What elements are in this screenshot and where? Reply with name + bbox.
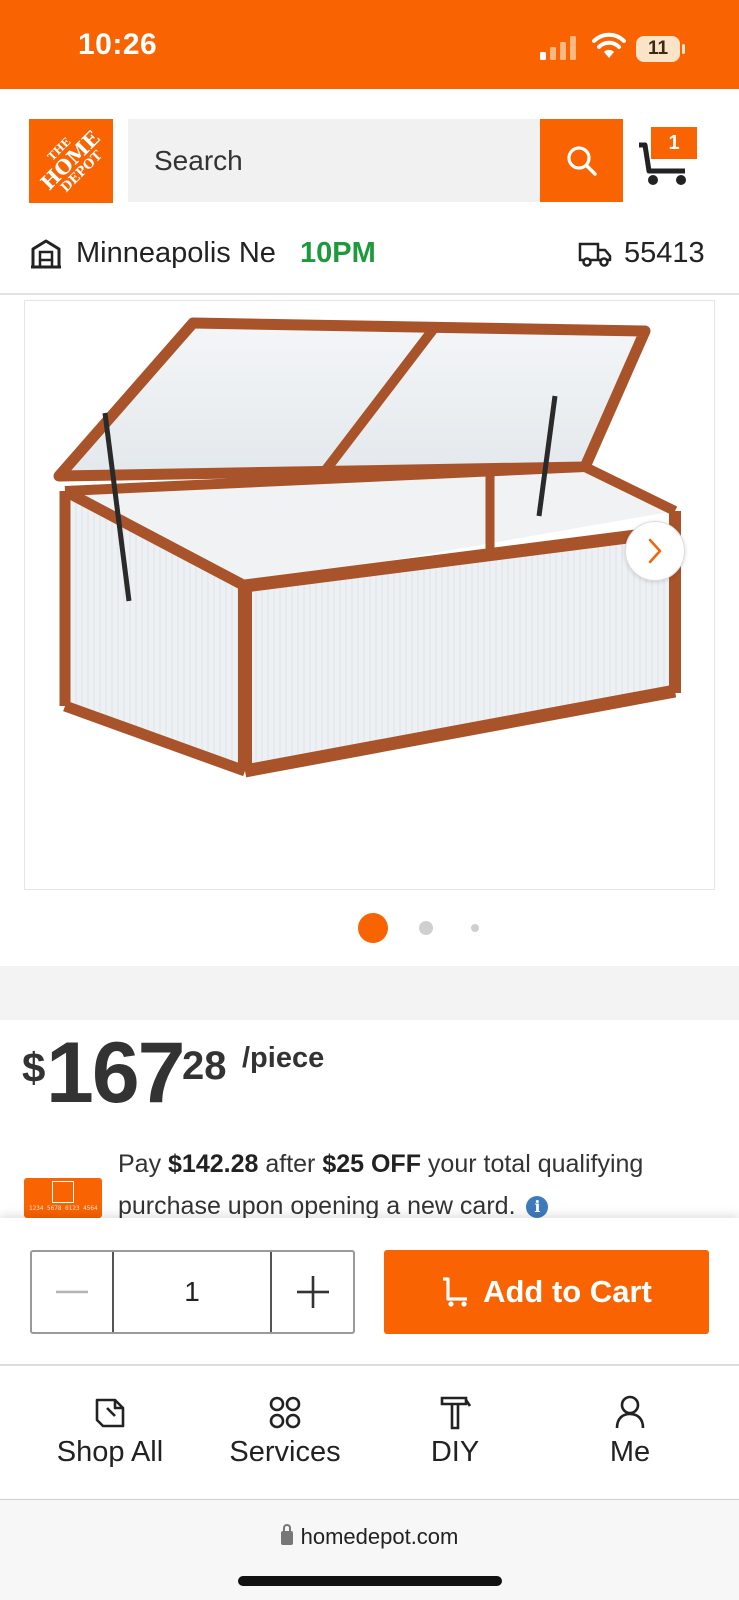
status-bar: 10:26 11 (0, 0, 739, 89)
cellular-signal-icon (540, 36, 576, 60)
shop-all-icon (95, 1398, 125, 1428)
bottom-navigation: Shop All Services DIY Me (0, 1366, 739, 1500)
increase-quantity-button[interactable] (272, 1252, 353, 1332)
cart-icon (443, 1277, 468, 1307)
nav-shop-all[interactable]: Shop All (40, 1366, 180, 1500)
site-header: THE HOME DEPOT 1 Minneapolis Ne 10PM (0, 89, 739, 295)
url-text: homedepot.com (300, 1524, 459, 1549)
gallery-dot-3[interactable] (471, 924, 479, 932)
quantity-stepper (30, 1250, 355, 1334)
gallery-dot-1[interactable] (358, 913, 388, 943)
credit-card-image: 1234 5678 0123 4564 (24, 1178, 102, 1218)
battery-icon: 11 (636, 36, 686, 62)
cart-count-badge: 1 (651, 127, 697, 159)
gallery-dot-2[interactable] (419, 921, 433, 935)
search-icon (566, 145, 597, 176)
add-to-cart-button[interactable]: Add to Cart (384, 1250, 709, 1334)
home-indicator (238, 1576, 502, 1586)
card-promo-text: Pay $142.28 after $25 OFF your total qua… (118, 1150, 644, 1220)
browser-url-bar[interactable]: homedepot.com (0, 1500, 739, 1600)
plus-icon (296, 1276, 329, 1308)
me-icon (615, 1395, 645, 1429)
price-currency: $ (22, 1044, 46, 1091)
battery-level: 11 (647, 38, 669, 59)
product-image-gallery[interactable] (24, 300, 715, 890)
section-divider (0, 966, 739, 1020)
store-info-row[interactable]: Minneapolis Ne 10PM 55413 (0, 227, 739, 287)
price-dollars: 167 (46, 1025, 185, 1121)
cart-button[interactable]: 1 (637, 127, 715, 189)
gallery-next-button[interactable] (625, 521, 685, 581)
product-image (53, 317, 681, 778)
promo-discount: $25 OFF (322, 1150, 421, 1178)
lock-icon (280, 1524, 293, 1545)
store-name: Minneapolis Ne (76, 237, 276, 269)
info-icon[interactable]: i (526, 1196, 549, 1218)
nav-diy[interactable]: DIY (395, 1366, 515, 1500)
status-time: 10:26 (78, 28, 158, 61)
decrease-quantity-button[interactable] (32, 1252, 112, 1332)
price-unit: /piece (242, 1042, 325, 1074)
quantity-input[interactable] (112, 1252, 272, 1332)
nav-me[interactable]: Me (570, 1366, 690, 1500)
search-input[interactable] (128, 119, 538, 202)
services-icon (269, 1396, 301, 1429)
store-icon (31, 239, 61, 269)
card-logo-icon (52, 1181, 74, 1203)
store-hours: 10PM (300, 237, 376, 269)
minus-icon (56, 1290, 88, 1294)
add-to-cart-bar: Add to Cart (0, 1218, 739, 1366)
price-cents: 28 (182, 1044, 227, 1088)
promo-price: $142.28 (168, 1150, 259, 1178)
delivery-truck-icon (578, 242, 612, 267)
home-depot-logo[interactable]: THE HOME DEPOT (29, 119, 113, 203)
add-to-cart-label: Add to Cart (483, 1274, 652, 1309)
diy-icon (440, 1396, 472, 1430)
delivery-zip: 55413 (624, 237, 705, 269)
card-number: 1234 5678 0123 4564 (29, 1205, 98, 1212)
chevron-right-icon (648, 538, 662, 564)
nav-services[interactable]: Services (210, 1366, 360, 1500)
gallery-pagination (0, 912, 739, 944)
search-button[interactable] (540, 119, 623, 202)
wifi-icon (592, 32, 626, 58)
